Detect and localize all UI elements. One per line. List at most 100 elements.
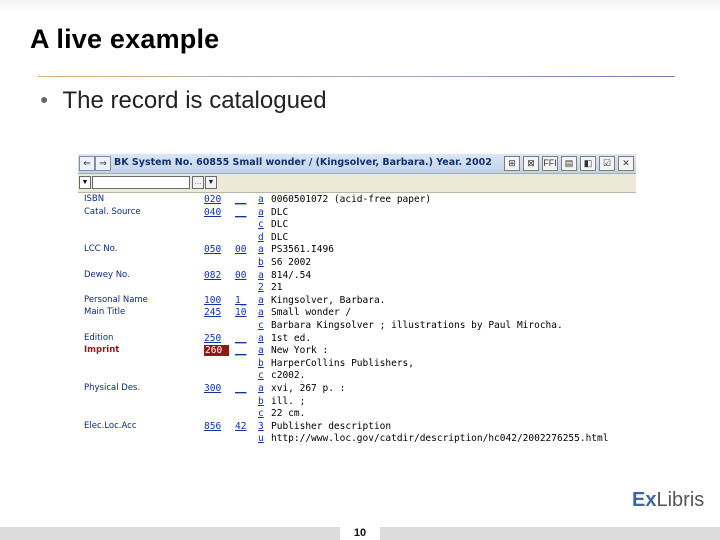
field-label: Edition (84, 332, 114, 343)
toolbar-icon[interactable]: ▤ (561, 156, 577, 171)
toolbar-icon[interactable]: ⊞ (504, 156, 520, 171)
logo-libris: Libris (656, 489, 705, 511)
logo-ex: Ex (632, 489, 657, 511)
record-toolbar: ▼ … ▼ (78, 174, 636, 193)
field-tag[interactable]: 856 (204, 421, 227, 432)
field-indicator[interactable]: 10 (235, 307, 246, 318)
subfield-code[interactable]: c (258, 219, 264, 230)
subfield-code[interactable]: b (258, 358, 264, 369)
field-label: Physical Des. (84, 383, 141, 393)
subfield-code[interactable]: a (258, 207, 264, 218)
field-label: ISBN (84, 194, 105, 204)
subfield-code[interactable]: a (258, 295, 264, 306)
subfield-value: PS3561.I496 (271, 244, 334, 256)
subfield-value: Kingsolver, Barbara. (271, 294, 386, 306)
field-tag[interactable]: 250 (204, 333, 227, 344)
subfield-code[interactable]: a (258, 345, 264, 356)
field-indicator[interactable]: __ (235, 345, 246, 356)
subfield-value: xvi, 267 p. : (271, 383, 346, 394)
subfield-code[interactable]: a (258, 383, 264, 394)
record-row: Physical Des. 300 __ a xvi, 267 p. : (78, 383, 636, 396)
subfield-code[interactable]: a (258, 333, 264, 344)
field-tag[interactable]: 082 (204, 270, 227, 281)
back-arrow-icon[interactable]: ⇐ (79, 156, 95, 171)
field-indicator[interactable]: 00 (235, 270, 246, 281)
field-tag[interactable]: 300 (204, 383, 227, 394)
field-tag[interactable]: 245 (204, 307, 227, 318)
subfield-code[interactable]: a (258, 244, 264, 255)
field-label: Dewey No. (84, 269, 130, 280)
subfield-value: http://www.loc.gov/catdir/description/hc… (271, 433, 609, 445)
field-label: Elec.Loc.Acc (84, 420, 137, 431)
subfield-value: 814/.54 (271, 269, 312, 281)
dropdown-arrow-icon[interactable]: ▼ (79, 176, 91, 189)
record-row: b ill. ; (78, 396, 636, 409)
subfield-code[interactable]: b (258, 257, 264, 268)
subfield-code[interactable]: c (258, 408, 264, 419)
field-input[interactable] (92, 176, 190, 189)
window-title: BK System No. 60855 Small wonder / (King… (114, 157, 492, 168)
record-row: Edition 250 __ a 1st ed. (78, 333, 636, 346)
record-row: Main Title 245 10 a Small wonder / (78, 307, 636, 320)
record-row: c c2002. (78, 370, 636, 383)
field-label: LCC No. (84, 244, 118, 255)
subfield-value: 22 cm. (271, 408, 306, 420)
subfield-code[interactable]: u (258, 433, 264, 444)
expand-arrow-icon[interactable]: ▼ (205, 176, 217, 189)
page-number: 10 (340, 527, 380, 540)
subfield-code[interactable]: a (258, 307, 264, 318)
subfield-code[interactable]: b (258, 396, 264, 407)
window-tool-icons: ⊞ ⊠ FFI ▤ ◧ ☑ ✕ (504, 156, 634, 171)
subfield-value: DLC (271, 231, 289, 243)
forward-arrow-icon[interactable]: ⇒ (95, 156, 111, 171)
subfield-value: Publisher description (271, 420, 392, 432)
record-row: u http://www.loc.gov/catdir/description/h… (78, 433, 636, 446)
subfield-code[interactable]: 2 (258, 282, 264, 293)
subfield-value: 1st ed. (271, 332, 312, 344)
title-rule (38, 76, 675, 77)
subfield-code[interactable]: a (258, 270, 264, 281)
subfield-value: New York : (271, 345, 329, 357)
catalog-record-window: ⇐ ⇒ BK System No. 60855 Small wonder / (… (78, 154, 636, 454)
record-row: Catal. Source 040 __ a DLC (78, 207, 636, 220)
record-row: ISBN 020 __ a 0060501072 (acid-free paper) (78, 194, 636, 207)
toolbar-icon[interactable]: ☑ (599, 156, 615, 171)
field-tag[interactable]: 020 (204, 194, 227, 205)
toolbar-icon[interactable]: ⊠ (523, 156, 539, 171)
slide-title: A live example (30, 24, 220, 54)
subfield-value: S6 2002 (271, 257, 312, 268)
subfield-value: HarperCollins Publishers, (271, 357, 414, 369)
record-row: c Barbara Kingsolver ; illustrations by P… (78, 320, 636, 333)
subfield-code[interactable]: c (258, 320, 264, 331)
browse-dots-icon[interactable]: … (192, 176, 204, 189)
record-row: c DLC (78, 219, 636, 232)
field-tag[interactable]: 040 (204, 207, 227, 218)
field-tag[interactable]: 050 (204, 244, 227, 255)
toolbar-icon[interactable]: ◧ (580, 156, 596, 171)
subfield-value: DLC (271, 206, 289, 218)
subfield-value: Barbara Kingsolver ; illustrations by Pa… (271, 320, 563, 331)
record-row: b HarperCollins Publishers, (78, 358, 636, 371)
subfield-code[interactable]: d (258, 232, 264, 243)
field-tag[interactable]: 100 (204, 295, 227, 306)
exlibris-logo: ExLibris (632, 489, 704, 512)
field-indicator[interactable]: __ (235, 383, 246, 394)
subfield-code[interactable]: a (258, 194, 264, 205)
field-tag[interactable]: 260 (204, 345, 229, 357)
toolbar-icon[interactable]: FFI (542, 156, 558, 171)
record-row: Personal Name 100 1_ a Kingsolver, Barbara. (78, 295, 636, 308)
subfield-code[interactable]: c (258, 370, 264, 381)
field-indicator[interactable]: 00 (235, 244, 246, 255)
field-indicator[interactable]: __ (235, 194, 246, 205)
field-indicator[interactable]: __ (235, 207, 246, 218)
field-indicator[interactable]: 42 (235, 421, 246, 432)
subfield-value: ill. ; (271, 395, 306, 407)
field-indicator[interactable]: __ (235, 333, 246, 344)
field-indicator[interactable]: 1_ (235, 295, 246, 306)
subfield-value: c2002. (271, 370, 306, 382)
subfield-code[interactable]: 3 (258, 421, 264, 432)
top-band (0, 0, 720, 14)
toolbar-icon[interactable]: ✕ (618, 156, 634, 171)
subfield-value: Small wonder / (271, 307, 352, 319)
record-row: c 22 cm. (78, 408, 636, 421)
